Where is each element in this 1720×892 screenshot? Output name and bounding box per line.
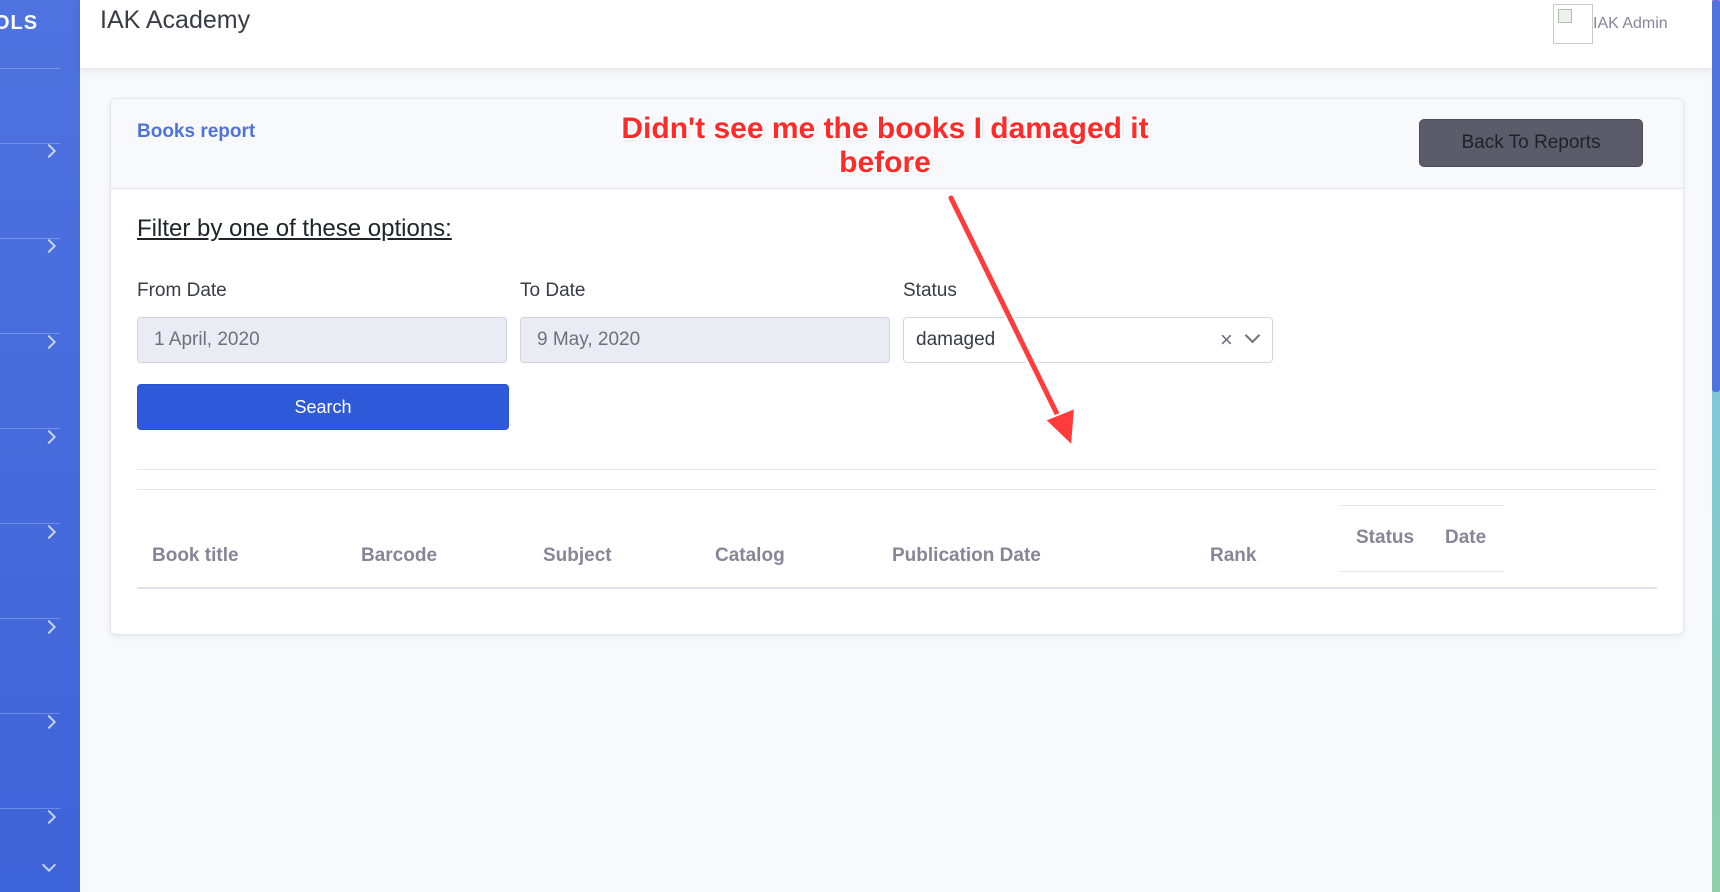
chevron-right-icon xyxy=(41,238,57,254)
user-name[interactable]: IAK Admin xyxy=(1593,15,1668,33)
chevron-down-icon xyxy=(41,857,57,873)
chevron-right-icon xyxy=(41,714,57,730)
status-label: Status xyxy=(903,280,957,301)
annotation-text: Didn't see me the books I damaged it bef… xyxy=(621,112,1149,179)
chevron-right-icon xyxy=(41,429,57,445)
sidebar-brand[interactable]: OLS xyxy=(0,12,38,35)
sidebar-item-3[interactable] xyxy=(0,295,80,390)
sidebar-divider xyxy=(0,808,60,809)
avatar[interactable] xyxy=(1553,4,1593,44)
from-date-input[interactable]: 1 April, 2020 xyxy=(137,317,507,363)
column-header-catalog[interactable]: Catalog xyxy=(715,545,785,567)
status-select[interactable]: damaged × xyxy=(903,317,1273,363)
card-title: Books report xyxy=(137,121,256,142)
sidebar-divider xyxy=(0,333,60,334)
column-header-publication-date[interactable]: Publication Date xyxy=(892,545,1041,567)
chevron-right-icon xyxy=(41,619,57,635)
sidebar-item-2[interactable] xyxy=(0,199,80,294)
sidebar-item-6[interactable] xyxy=(0,580,80,675)
table-header-bottom-border xyxy=(137,587,1657,589)
sidebar-toggle[interactable] xyxy=(0,820,80,892)
chevron-right-icon xyxy=(41,334,57,350)
sidebar-item-5[interactable] xyxy=(0,485,80,580)
clear-icon[interactable]: × xyxy=(1220,328,1233,352)
topbar: IAK Academy IAK Admin xyxy=(80,0,1712,68)
from-date-label: From Date xyxy=(137,280,227,301)
sidebar-divider xyxy=(0,428,60,429)
search-button[interactable]: Search xyxy=(137,384,509,430)
table-top-border xyxy=(137,489,1657,490)
back-to-reports-button[interactable]: Back To Reports xyxy=(1419,119,1643,167)
chevron-down-icon[interactable] xyxy=(1244,327,1261,344)
column-header-barcode[interactable]: Barcode xyxy=(361,545,437,567)
column-header-subject[interactable]: Subject xyxy=(543,545,612,567)
app-title: IAK Academy xyxy=(100,6,251,34)
divider xyxy=(137,469,1657,470)
scrollbar-thumb[interactable] xyxy=(1712,0,1720,392)
to-date-label: To Date xyxy=(520,280,586,301)
sidebar-divider xyxy=(0,523,60,524)
column-header-date[interactable]: Date xyxy=(1445,527,1486,549)
sidebar-item-4[interactable] xyxy=(0,390,80,485)
sidebar-divider xyxy=(0,143,60,144)
sidebar-item-7[interactable] xyxy=(0,675,80,770)
chevron-right-icon xyxy=(41,143,57,159)
sidebar-divider xyxy=(0,238,60,239)
sidebar-item-1[interactable] xyxy=(0,104,80,199)
chevron-right-icon xyxy=(41,524,57,540)
status-select-value: damaged xyxy=(916,329,996,350)
sidebar-divider xyxy=(0,713,60,714)
sidebar: OLS xyxy=(0,0,80,892)
sidebar-divider xyxy=(0,618,60,619)
filter-heading: Filter by one of these options: xyxy=(137,215,452,242)
column-header-rank[interactable]: Rank xyxy=(1210,545,1256,567)
to-date-input[interactable]: 9 May, 2020 xyxy=(520,317,890,363)
column-header-status[interactable]: Status xyxy=(1356,527,1414,549)
sidebar-divider xyxy=(0,68,60,69)
column-header-book-title[interactable]: Book title xyxy=(152,545,239,567)
